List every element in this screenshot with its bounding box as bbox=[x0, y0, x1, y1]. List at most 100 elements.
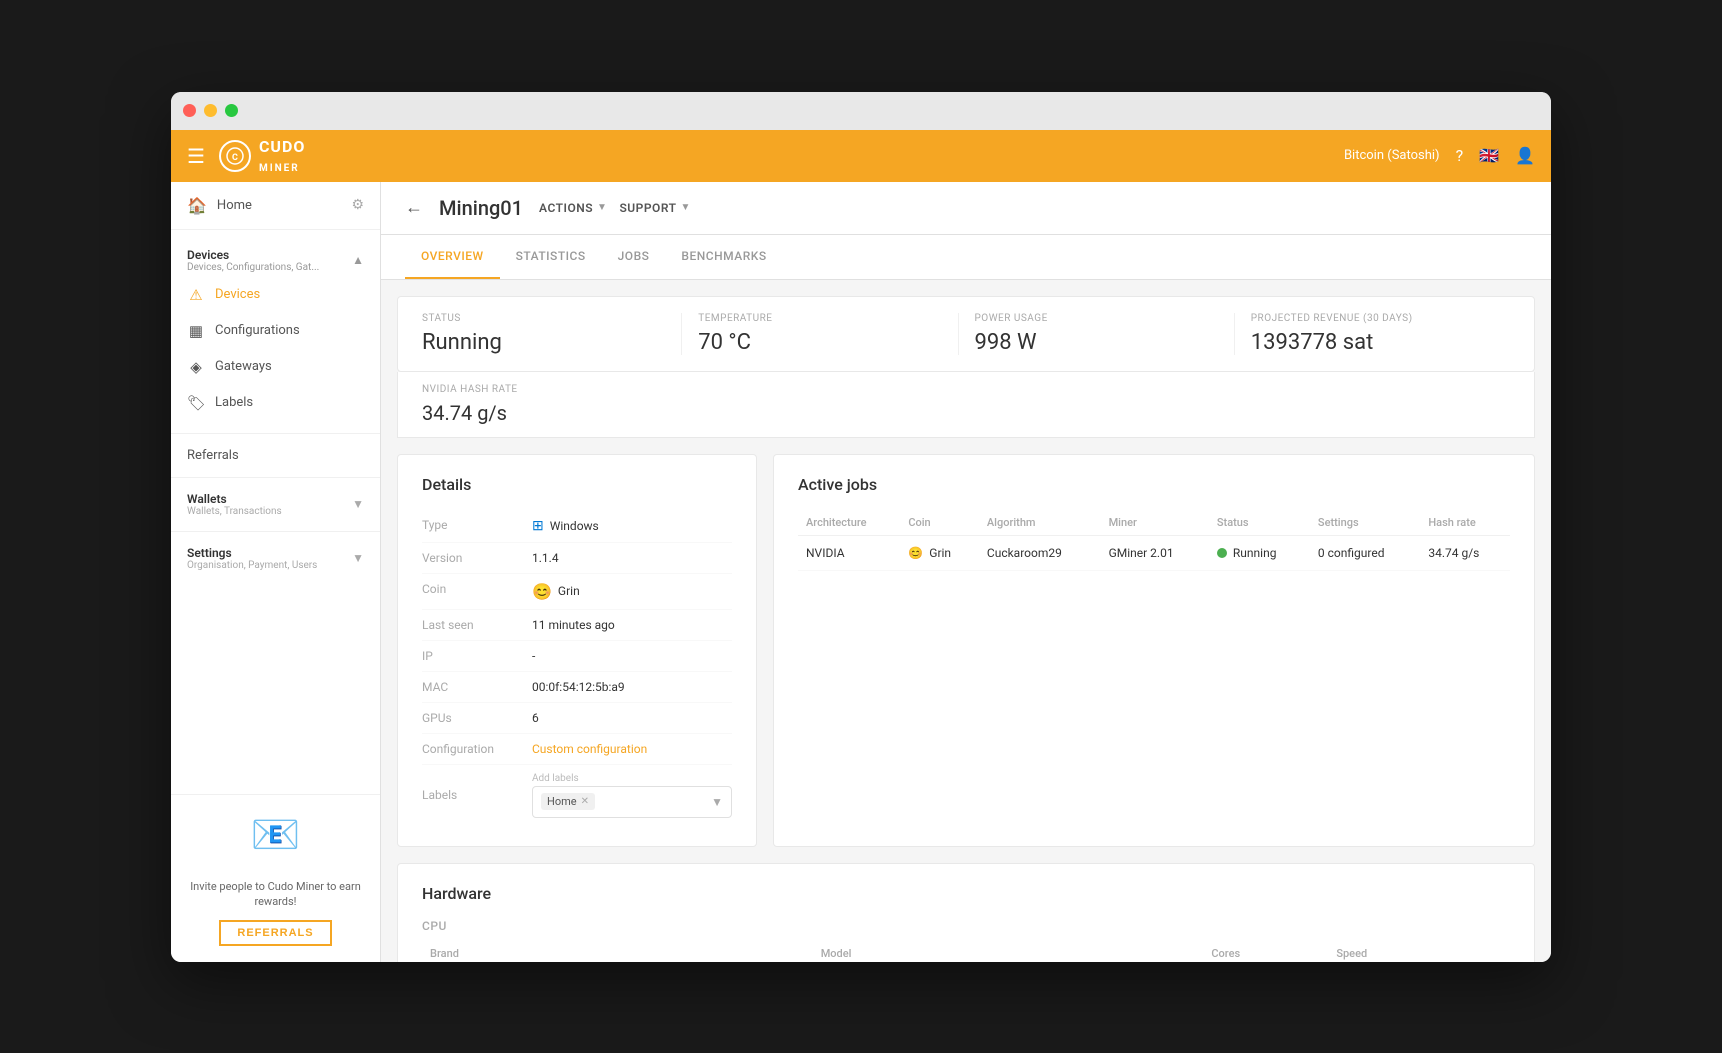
detail-type-value: ⊞ Windows bbox=[532, 518, 599, 534]
sidebar-item-labels-label: Labels bbox=[215, 395, 253, 410]
active-jobs-title: Active jobs bbox=[798, 475, 1510, 494]
detail-version: Version 1.1.4 bbox=[422, 543, 732, 574]
language-icon[interactable]: 🇬🇧 bbox=[1479, 146, 1499, 165]
stat-power: POWER USAGE 998 W bbox=[959, 313, 1235, 355]
sidebar-item-home[interactable]: 🏠 Home ⚙ bbox=[171, 182, 380, 230]
tab-statistics[interactable]: STATISTICS bbox=[500, 235, 602, 279]
labels-dropdown-arrow-icon: ▼ bbox=[711, 795, 723, 809]
hamburger-menu-icon[interactable]: ☰ bbox=[187, 144, 205, 168]
settings-icon[interactable]: ⚙ bbox=[351, 197, 364, 213]
sidebar-item-gateways[interactable]: ◈ Gateways bbox=[171, 349, 380, 385]
detail-config-value[interactable]: Custom configuration bbox=[532, 742, 647, 756]
label-tag-home: Home ✕ bbox=[541, 793, 595, 810]
labels-input[interactable]: Home ✕ ▼ bbox=[532, 786, 732, 818]
collapse-icon[interactable]: ▲ bbox=[352, 253, 364, 267]
detail-coin-value: 😊 Grin bbox=[532, 582, 580, 601]
tab-benchmarks[interactable]: BENCHMARKS bbox=[665, 235, 782, 279]
sidebar-item-referrals[interactable]: Referrals bbox=[171, 438, 380, 473]
help-icon[interactable]: ? bbox=[1456, 146, 1464, 165]
job-algorithm: Cuckaroom29 bbox=[979, 535, 1101, 570]
detail-lastseen-value: 11 minutes ago bbox=[532, 618, 615, 632]
job-status: Running bbox=[1209, 535, 1310, 570]
detail-mac-label: MAC bbox=[422, 680, 532, 694]
sidebar-divider-3 bbox=[171, 531, 380, 532]
back-button[interactable]: ← bbox=[405, 197, 423, 218]
sidebar-item-devices[interactable]: ⚠ Devices bbox=[171, 277, 380, 313]
minimize-button[interactable] bbox=[204, 104, 217, 117]
detail-lastseen-label: Last seen bbox=[422, 618, 532, 632]
actions-button[interactable]: ACTIONS ▼ bbox=[539, 201, 607, 215]
content-area: ← Mining01 ACTIONS ▼ SUPPORT ▼ bbox=[381, 182, 1551, 962]
job-status-value: Running bbox=[1233, 546, 1277, 560]
sidebar-home-label: Home bbox=[217, 198, 252, 213]
detail-gpus-label: GPUs bbox=[422, 711, 532, 725]
cpu-section-label: CPU bbox=[422, 919, 1510, 933]
jobs-col-status: Status bbox=[1209, 510, 1310, 536]
settings-arrow-icon: ▼ bbox=[352, 551, 364, 565]
page-title: Mining01 bbox=[439, 196, 523, 220]
detail-config-label: Configuration bbox=[422, 742, 532, 756]
devices-section-subtitle: Devices, Configurations, Gat... bbox=[187, 262, 319, 273]
logo: C CUDOMINER bbox=[219, 137, 305, 175]
hardware-section: Hardware CPU Brand Model Cores Speed bbox=[397, 863, 1535, 962]
sidebar-devices-section: Devices Devices, Configurations, Gat... … bbox=[171, 230, 380, 429]
wallets-arrow-icon: ▼ bbox=[352, 497, 364, 511]
configurations-icon: ▦ bbox=[187, 322, 205, 340]
tab-overview[interactable]: OVERVIEW bbox=[405, 235, 500, 279]
referral-promo-text: Invite people to Cudo Miner to earn rewa… bbox=[187, 879, 364, 910]
jobs-col-architecture: Architecture bbox=[798, 510, 900, 536]
jobs-col-hashrate: Hash rate bbox=[1420, 510, 1510, 536]
detail-coin: Coin 😊 Grin bbox=[422, 574, 732, 610]
jobs-col-coin: Coin bbox=[900, 510, 979, 536]
support-button[interactable]: SUPPORT ▼ bbox=[619, 201, 690, 215]
sidebar-referral-promo: 📧 Invite people to Cudo Miner to earn re… bbox=[171, 794, 380, 962]
detail-mac: MAC 00:0f:54:12:5b:a9 bbox=[422, 672, 732, 703]
jobs-col-miner: Miner bbox=[1101, 510, 1209, 536]
job-coin-value: Grin bbox=[929, 546, 951, 560]
logo-text: CUDOMINER bbox=[259, 137, 305, 175]
sidebar-item-labels[interactable]: 🏷 Labels bbox=[171, 385, 380, 421]
settings-subtitle: Organisation, Payment, Users bbox=[187, 560, 317, 571]
job-architecture: NVIDIA bbox=[798, 535, 900, 570]
labels-field-wrapper: Add labels Home ✕ ▼ bbox=[532, 773, 732, 818]
referral-button[interactable]: REFERRALS bbox=[219, 920, 331, 946]
details-card-title: Details bbox=[422, 475, 732, 494]
sidebar: 🏠 Home ⚙ Devices Devices, Configurations… bbox=[171, 182, 381, 962]
cpu-col-model: Model bbox=[813, 941, 1204, 962]
devices-section-info: Devices Devices, Configurations, Gat... bbox=[187, 248, 319, 273]
detail-gpus: GPUs 6 bbox=[422, 703, 732, 734]
label-tag-remove[interactable]: ✕ bbox=[581, 796, 589, 807]
detail-ip-label: IP bbox=[422, 649, 532, 663]
tabs-bar: OVERVIEW STATISTICS JOBS BENCHMARKS bbox=[381, 235, 1551, 280]
nvidia-hashrate-label: NVIDIA HASH RATE bbox=[422, 384, 1510, 395]
user-icon[interactable]: 👤 bbox=[1515, 146, 1535, 165]
maximize-button[interactable] bbox=[225, 104, 238, 117]
sidebar-item-configurations[interactable]: ▦ Configurations bbox=[171, 313, 380, 349]
jobs-table-header: Architecture Coin Algorithm Miner Status… bbox=[798, 510, 1510, 536]
detail-ip-value: - bbox=[532, 649, 535, 663]
job-miner: GMiner 2.01 bbox=[1101, 535, 1209, 570]
close-button[interactable] bbox=[183, 104, 196, 117]
detail-labels: Labels Add labels Home ✕ ▼ bbox=[422, 765, 732, 826]
detail-mac-value: 00:0f:54:12:5b:a9 bbox=[532, 680, 625, 694]
stat-status: STATUS Running bbox=[422, 313, 682, 355]
support-arrow-icon: ▼ bbox=[680, 202, 690, 213]
job-coin: 😊 Grin bbox=[900, 535, 979, 570]
sidebar-settings-section[interactable]: Settings Organisation, Payment, Users ▼ bbox=[171, 536, 380, 581]
detail-gpus-value: 6 bbox=[532, 711, 539, 725]
cpu-col-cores: Cores bbox=[1203, 941, 1328, 962]
wallets-title: Wallets bbox=[187, 492, 282, 506]
detail-labels-label: Labels bbox=[422, 788, 532, 802]
devices-section-title: Devices bbox=[187, 248, 319, 262]
sidebar-wallets-header: Wallets Wallets, Transactions ▼ bbox=[187, 492, 364, 517]
jobs-table: Architecture Coin Algorithm Miner Status… bbox=[798, 510, 1510, 571]
hardware-title: Hardware bbox=[422, 884, 1510, 903]
tab-jobs[interactable]: JOBS bbox=[602, 235, 666, 279]
stat-revenue-label: PROJECTED REVENUE (30 DAYS) bbox=[1251, 313, 1494, 324]
wallets-info: Wallets Wallets, Transactions bbox=[187, 492, 282, 517]
stat-revenue: PROJECTED REVENUE (30 DAYS) 1393778 sat bbox=[1235, 313, 1510, 355]
sidebar-wallets-section[interactable]: Wallets Wallets, Transactions ▼ bbox=[171, 482, 380, 527]
currency-label: Bitcoin (Satoshi) bbox=[1344, 148, 1440, 163]
jobs-col-settings: Settings bbox=[1310, 510, 1420, 536]
sidebar-divider-1 bbox=[171, 433, 380, 434]
